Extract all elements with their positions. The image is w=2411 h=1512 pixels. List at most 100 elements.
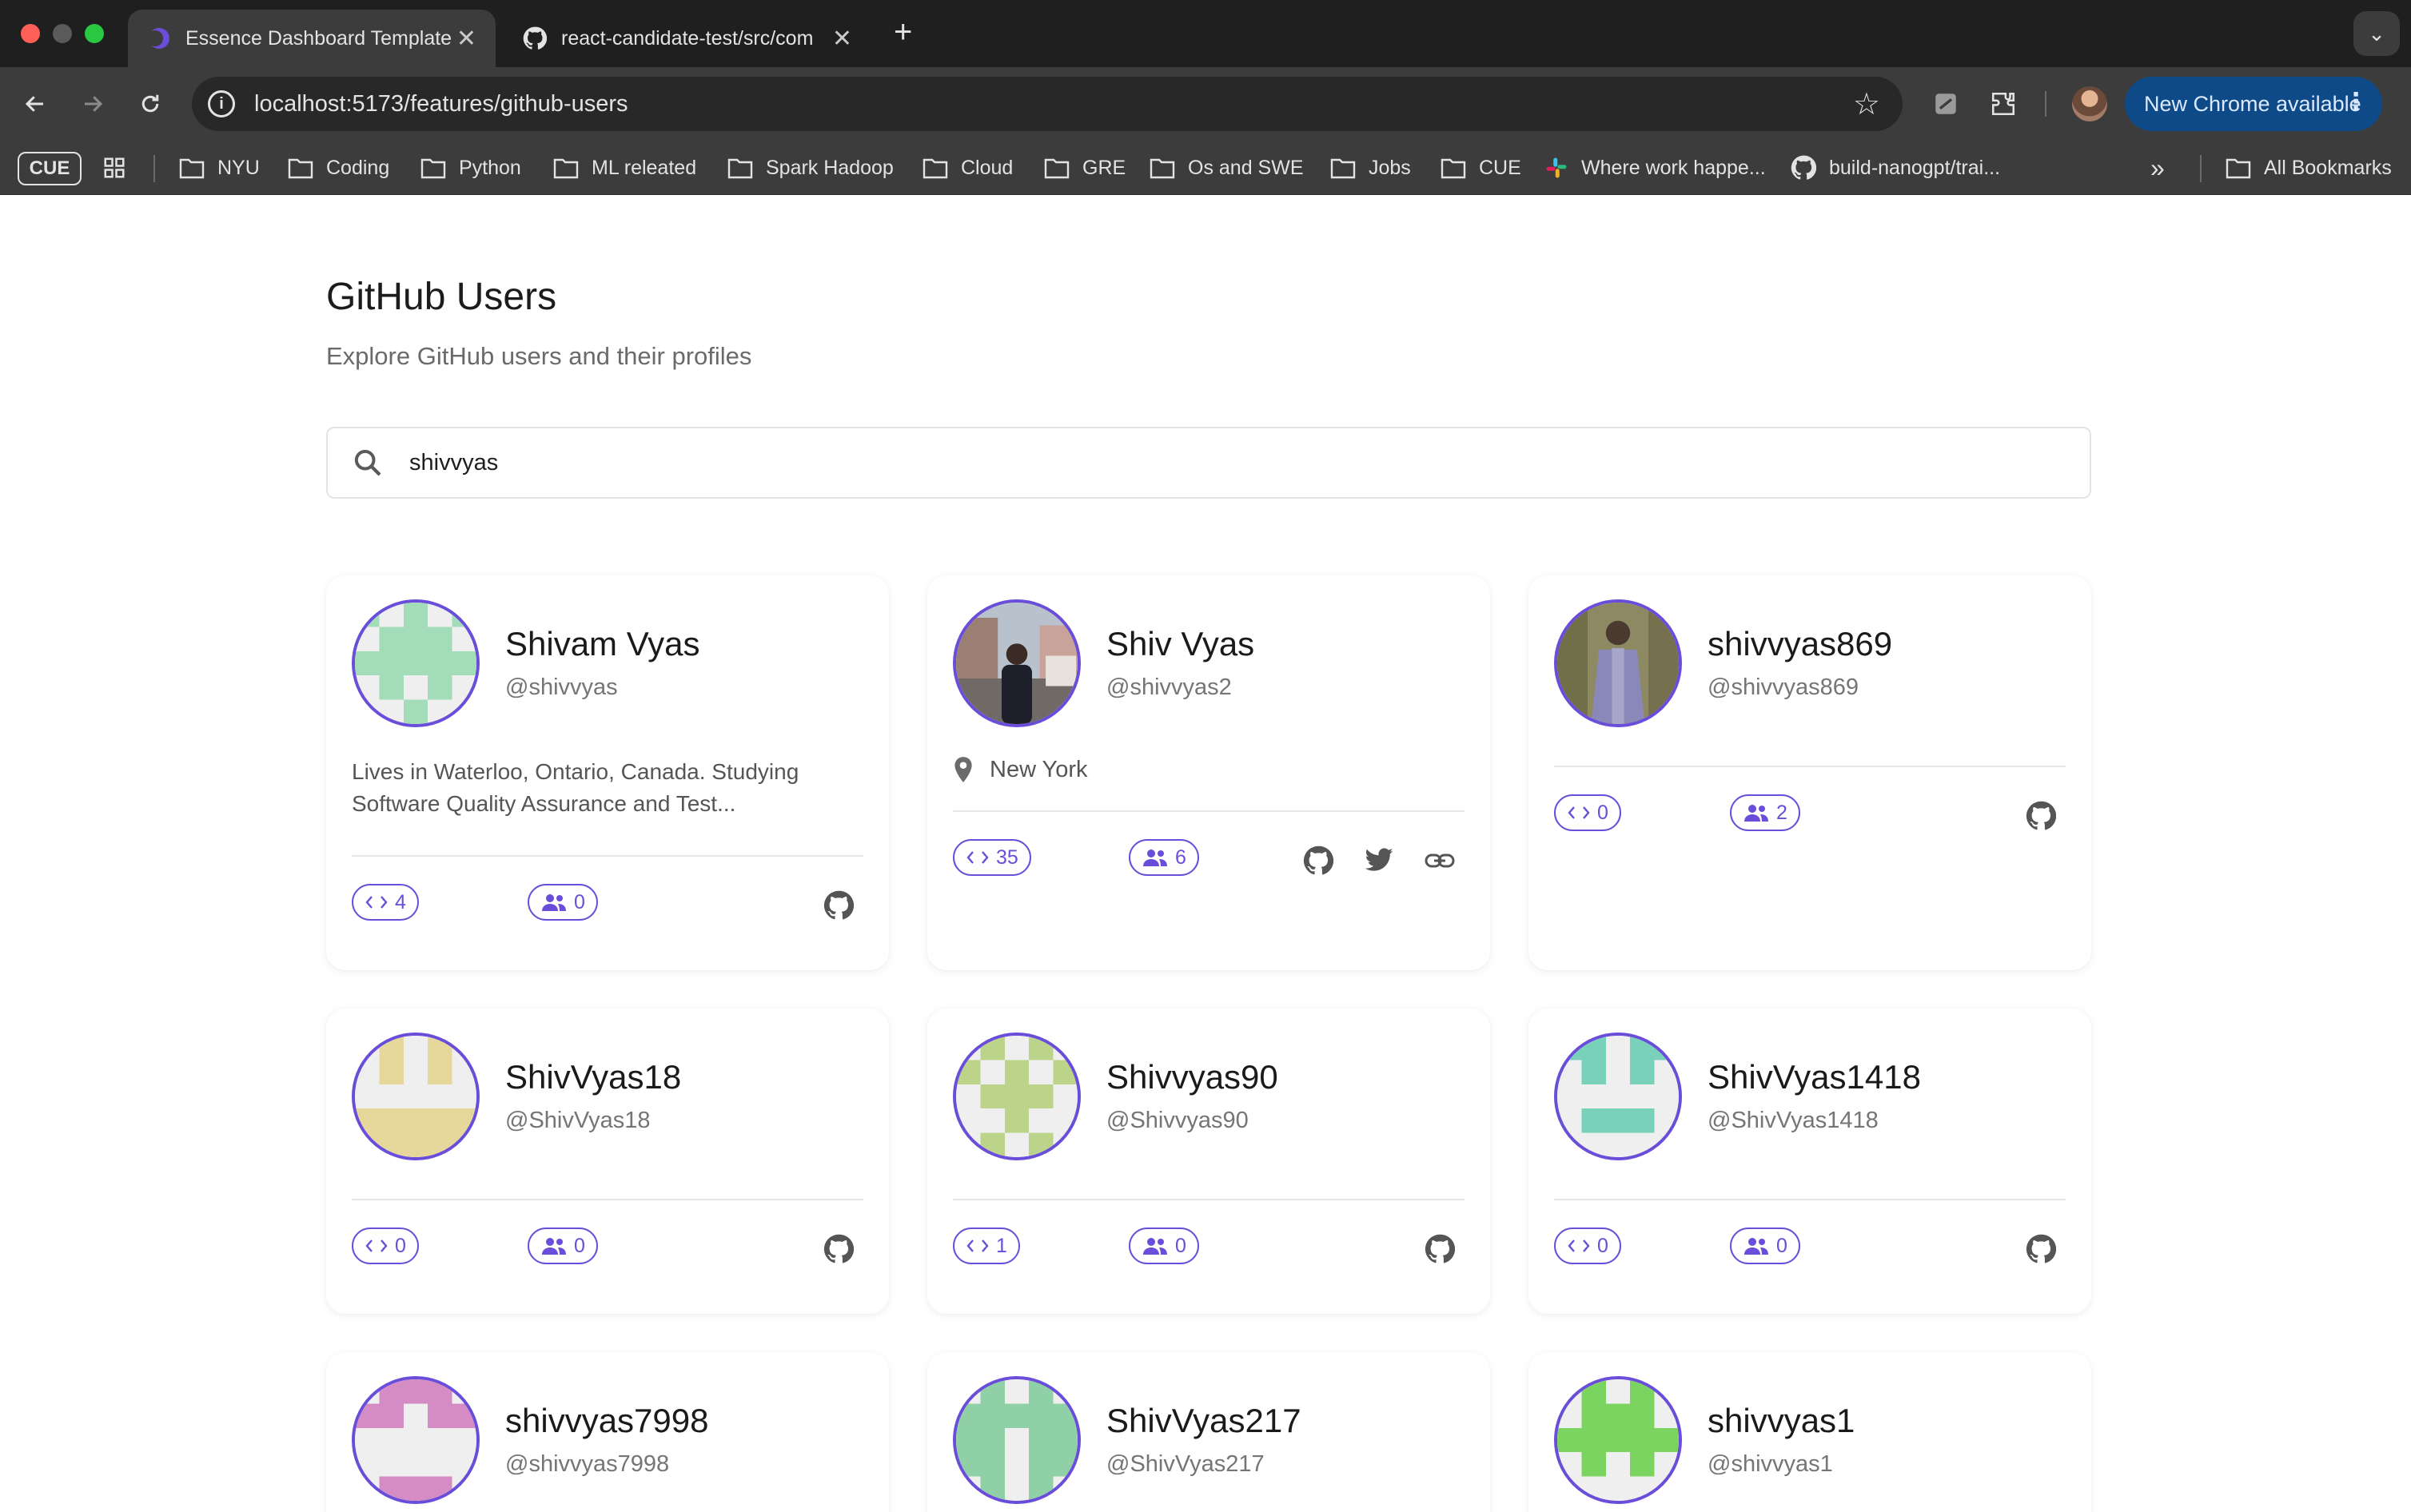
user-login: @ShivVyas18 — [505, 1108, 651, 1133]
close-window-button[interactable] — [21, 24, 40, 43]
tab-search-button[interactable]: ⌄ — [2353, 11, 2400, 56]
tab-essence-dashboard[interactable]: Essence Dashboard Template ✕ — [128, 10, 496, 67]
bookmark-github[interactable]: build-nanogpt/trai... — [1791, 152, 2000, 184]
bookmark-folder-cue[interactable]: CUE — [1441, 152, 1521, 184]
bookmark-all-bookmarks[interactable]: All Bookmarks — [2226, 152, 2392, 184]
reload-button[interactable] — [131, 85, 169, 123]
code-icon — [1568, 1239, 1590, 1252]
address-bar[interactable]: i localhost:5173/features/github-users ☆ — [192, 77, 1903, 131]
extension-icon[interactable] — [1930, 88, 1962, 120]
maximize-window-button[interactable] — [85, 24, 104, 43]
github-icon[interactable] — [822, 1232, 855, 1266]
user-name: ShivVyas217 — [1106, 1402, 1301, 1439]
site-info-icon[interactable]: i — [208, 90, 235, 117]
twitter-icon[interactable] — [1362, 844, 1396, 877]
github-icon[interactable] — [2024, 799, 2058, 833]
avatar[interactable] — [1554, 599, 1682, 727]
search-input[interactable] — [409, 449, 1928, 476]
code-icon — [1568, 806, 1590, 819]
update-label: New Chrome available — [2144, 91, 2361, 116]
bookmark-folder-cloud[interactable]: Cloud — [923, 152, 1013, 184]
avatar[interactable] — [1554, 1376, 1682, 1504]
avatar[interactable] — [953, 1376, 1081, 1504]
followers-count-badge: 6 — [1129, 839, 1199, 876]
more-menu-icon[interactable]: ⋮ — [2344, 88, 2368, 116]
repos-count-badge: 4 — [352, 884, 419, 921]
avatar[interactable] — [352, 599, 480, 727]
card-divider — [1554, 1199, 2066, 1200]
avatar[interactable] — [352, 1033, 480, 1160]
bookmark-folder-gre[interactable]: GRE — [1044, 152, 1126, 184]
user-card[interactable]: shivvyas869 @shivvyas869 0 2 — [1528, 575, 2091, 970]
forward-button[interactable] — [74, 85, 112, 123]
github-icon[interactable] — [2024, 1232, 2058, 1266]
bookmark-star-icon[interactable]: ☆ — [1853, 86, 1880, 122]
tab-title: react-candidate-test/src/com — [561, 26, 814, 50]
tab-title: Essence Dashboard Template — [185, 26, 452, 50]
bookmark-folder-python[interactable]: Python — [420, 152, 521, 184]
bookmark-folder-os-swe[interactable]: Os and SWE — [1150, 152, 1304, 184]
user-name: ShivVyas18 — [505, 1058, 682, 1096]
close-tab-icon[interactable]: ✕ — [456, 25, 476, 53]
user-login: @shivvyas1 — [1708, 1451, 1833, 1477]
user-card[interactable]: Shivvyas90 @Shivvyas90 1 0 — [927, 1009, 1490, 1314]
user-login: @shivvyas2 — [1106, 674, 1232, 700]
link-icon[interactable] — [1423, 844, 1457, 877]
close-tab-icon[interactable]: ✕ — [832, 25, 852, 53]
github-icon[interactable] — [1423, 1232, 1457, 1266]
bookmark-folder-jobs[interactable]: Jobs — [1330, 152, 1411, 184]
github-icon[interactable] — [822, 889, 855, 922]
people-icon — [542, 894, 566, 911]
extensions-puzzle-icon[interactable] — [1987, 88, 2019, 120]
user-card[interactable]: Shivam Vyas @shivvyas Lives in Waterloo,… — [326, 575, 889, 970]
user-card[interactable]: shivvyas7998 @shivvyas7998 — [326, 1352, 889, 1512]
repos-count-badge: 0 — [1554, 1228, 1621, 1264]
card-divider — [953, 810, 1465, 812]
people-icon — [542, 1238, 566, 1255]
user-name: shivvyas1 — [1708, 1402, 1855, 1439]
back-button[interactable] — [16, 85, 54, 123]
user-card[interactable]: Shiv Vyas @shivvyas2 New York 35 6 — [927, 575, 1490, 970]
minimize-window-button[interactable] — [53, 24, 72, 43]
apps-grid-icon[interactable] — [102, 152, 139, 184]
user-card[interactable]: ShivVyas18 @ShivVyas18 0 0 — [326, 1009, 889, 1314]
card-divider — [1554, 766, 2066, 767]
github-icon[interactable] — [1301, 844, 1335, 877]
url-text: localhost:5173/features/github-users — [254, 90, 628, 117]
bookmark-folder-spark[interactable]: Spark Hadoop — [727, 152, 894, 184]
user-bio: Lives in Waterloo, Ontario, Canada. Stud… — [352, 759, 799, 816]
repos-count-badge: 1 — [953, 1228, 1020, 1264]
bookmark-slack[interactable]: Where work happe... — [1544, 152, 1766, 184]
new-tab-button[interactable]: + — [894, 14, 912, 50]
bookmark-folder-nyu[interactable]: NYU — [179, 152, 260, 184]
bookmark-folder-coding[interactable]: Coding — [288, 152, 389, 184]
avatar[interactable] — [953, 1033, 1081, 1160]
user-login: @shivvyas — [505, 674, 618, 700]
folder-icon — [179, 158, 205, 179]
user-card[interactable]: ShivVyas1418 @ShivVyas1418 0 0 — [1528, 1009, 2091, 1314]
folder-icon — [1150, 158, 1175, 179]
user-card[interactable]: shivvyas1 @shivvyas1 — [1528, 1352, 2091, 1512]
profile-avatar[interactable] — [2072, 86, 2107, 121]
avatar[interactable] — [953, 599, 1081, 727]
avatar[interactable] — [1554, 1033, 1682, 1160]
bookmarks-separator — [153, 155, 155, 182]
bookmark-folder-ml[interactable]: ML releated — [553, 152, 696, 184]
github-icon — [523, 26, 547, 50]
user-login: @shivvyas869 — [1708, 674, 1859, 700]
more-bookmarks-chevron-icon[interactable]: » — [2150, 152, 2165, 184]
bookmark-cue-chip[interactable]: CUE — [18, 152, 82, 185]
repos-count-badge: 0 — [352, 1228, 419, 1264]
tab-github-repo[interactable]: react-candidate-test/src/com ✕ — [504, 10, 871, 67]
user-name: ShivVyas1418 — [1708, 1058, 1921, 1096]
followers-count-badge: 0 — [528, 1228, 598, 1264]
user-card[interactable]: ShivVyas217 @ShivVyas217 — [927, 1352, 1490, 1512]
github-icon — [1791, 155, 1816, 180]
avatar[interactable] — [352, 1376, 480, 1504]
card-divider — [352, 855, 863, 857]
user-name: Shivvyas90 — [1106, 1058, 1278, 1096]
new-chrome-available-button[interactable]: New Chrome available ⋮ — [2125, 77, 2382, 131]
search-box[interactable] — [326, 427, 2091, 499]
code-icon — [365, 896, 388, 909]
folder-icon — [1441, 158, 1466, 179]
